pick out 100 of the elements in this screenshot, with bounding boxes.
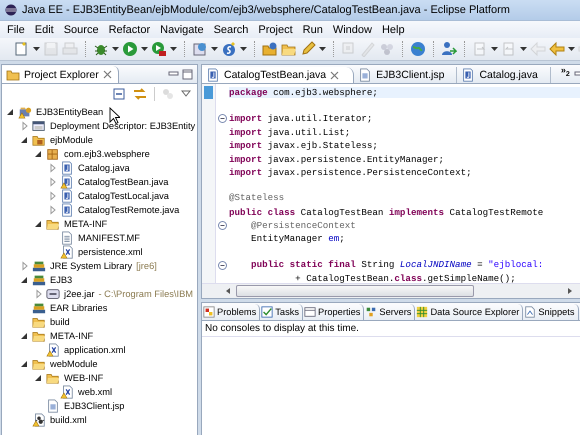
editor-tab[interactable]: EJB3Client.jsp [354,67,458,83]
tree-item[interactable]: WEB-INF [62,373,104,383]
menu-item[interactable]: Source [58,24,104,36]
tree-item[interactable]: EJB3EntityBean [34,107,104,117]
close-icon[interactable] [330,70,340,80]
folder-icon [6,68,20,82]
collapsed-arrow-icon[interactable] [20,121,30,131]
collapse-fold-icon[interactable] [218,114,227,124]
collapse-fold-icon[interactable] [218,260,227,270]
code-line: @Stateless [229,191,286,206]
menu-item[interactable]: Navigate [155,24,209,36]
person-arrow-icon[interactable] [441,41,457,57]
code-line: import javax.persistence.EntityManager; [229,154,446,165]
menu-item[interactable]: Run [298,24,328,36]
horizontal-scrollbar[interactable] [202,283,580,298]
tree-item[interactable]: build.xml [48,415,87,425]
code-line: @PersistenceContext [250,220,357,232]
tree-item[interactable]: Catalog.java [76,163,130,173]
tree-item[interactable]: webModule [48,359,98,369]
eclipse-logo-icon [5,4,17,16]
tree-item-decoration: - C:\Program Files\IBM [98,289,194,299]
menu-item[interactable]: Window [328,24,377,36]
tree-item[interactable]: CatalogTestBean.java [76,177,168,187]
expanded-arrow-icon[interactable] [6,107,16,117]
dots-icon[interactable] [379,41,395,57]
expanded-arrow-icon[interactable] [20,135,30,145]
scroll-left-icon[interactable] [224,287,232,295]
collapsed-arrow-icon[interactable] [48,163,58,173]
checklist-icon [261,306,274,318]
window-icon [304,306,316,318]
editor-tab[interactable]: Catalog.java [457,67,551,83]
collapsed-arrow-icon[interactable] [48,191,58,201]
servers-icon [365,306,378,318]
tree-item[interactable]: ejbModule [48,135,93,145]
view-tab[interactable]: Problems [202,304,260,320]
view-tab[interactable]: Data Source Explorer [415,304,524,320]
tree-item[interactable]: application.xml [62,345,126,355]
tree-item[interactable]: web.xml [76,387,112,397]
view-tab[interactable]: Snippets [523,304,579,320]
tree-item[interactable]: EJB3Client.jsp [62,401,124,411]
collapsed-arrow-icon[interactable] [48,177,58,187]
expanded-arrow-icon[interactable] [34,149,44,159]
tree-item[interactable]: persistence.xml [76,247,143,257]
tree-item[interactable]: EJB3 [48,275,72,285]
collapsed-arrow-icon[interactable] [34,289,44,299]
maximize-icon[interactable] [182,68,193,80]
run-tool-icon[interactable] [151,41,167,57]
expanded-arrow-icon[interactable] [20,359,30,369]
table-icon [416,306,428,318]
code-line: import java.util.List; [229,127,352,138]
close-icon[interactable] [102,70,112,79]
expanded-arrow-icon[interactable] [20,275,30,285]
menu-item[interactable]: File [0,24,30,36]
view-tab[interactable]: Project Explorer [2,66,119,83]
document-icon [524,306,536,318]
menu-item[interactable]: Edit [30,24,59,36]
view-menu-icon[interactable] [181,89,191,99]
menu-item[interactable]: Help [376,24,410,36]
jsp-file-icon [358,68,372,82]
expanded-arrow-icon[interactable] [34,219,44,229]
code-line: import javax.ejb.Stateless; [229,140,379,152]
view-tab[interactable]: Tasks [260,304,304,320]
scroll-right-icon[interactable] [566,287,574,295]
collapsed-arrow-icon[interactable] [20,261,30,271]
collapse-fold-icon[interactable] [218,221,227,230]
tree-item[interactable]: com.ejb3.websphere [62,149,150,159]
tree-item[interactable]: META-INF [48,331,94,341]
globe-icon[interactable] [410,41,426,57]
tree-item[interactable]: CatalogTestRemote.java [76,205,180,215]
tree-item[interactable]: META-INF [62,219,108,229]
mouse-pointer-icon [109,107,120,124]
scrollbar-thumb[interactable] [236,285,474,297]
tree-item[interactable]: Deployment Descriptor: EJB3Entity [48,121,196,131]
tree-item[interactable]: JRE System Library [48,261,132,271]
console-message: No consoles to display at this time. [202,321,580,337]
view-tab[interactable]: Properties [303,304,364,320]
menu-item[interactable]: Project [253,24,298,36]
tree-item[interactable]: CatalogTestLocal.java [76,191,169,201]
collapsed-arrow-icon[interactable] [48,205,58,215]
pencil-icon[interactable] [300,41,316,57]
code-line: + CatalogTestBean.class.getSimpleName(); [294,273,517,283]
code-line: import java.util.Iterator; [229,112,374,126]
tree-item[interactable]: MANIFEST.MF [76,233,140,243]
tree-item[interactable]: j2ee.jar [62,289,94,299]
code-line: import javax.persistence.PersistenceContext; [229,166,473,178]
code-line: EntityManager em; [250,233,346,244]
code-line: public static final String LocalJNDIName = "ejblocal: [250,258,544,272]
menu-item[interactable]: Refactor [104,24,156,36]
view-tab[interactable]: Servers [364,304,416,320]
more-tabs-button[interactable]: »$_{2}$ [550,65,574,82]
collapse-all-icon[interactable] [112,87,126,101]
window-title: Java EE - EJB3EntityBean/ejbModule/com/ejb3/websphere/CatalogTestBean.java - Eclipse Platform [22,4,510,16]
link-arrows-icon[interactable] [132,87,148,101]
menu-item[interactable]: Search [208,24,254,36]
tree-item[interactable]: build [48,317,70,327]
expanded-arrow-icon[interactable] [34,373,44,383]
editor-tab[interactable]: CatalogTestBean.java [202,67,354,83]
tree-item[interactable]: EAR Libraries [48,303,108,313]
expanded-arrow-icon[interactable] [20,331,30,341]
run-icon[interactable] [122,41,138,57]
